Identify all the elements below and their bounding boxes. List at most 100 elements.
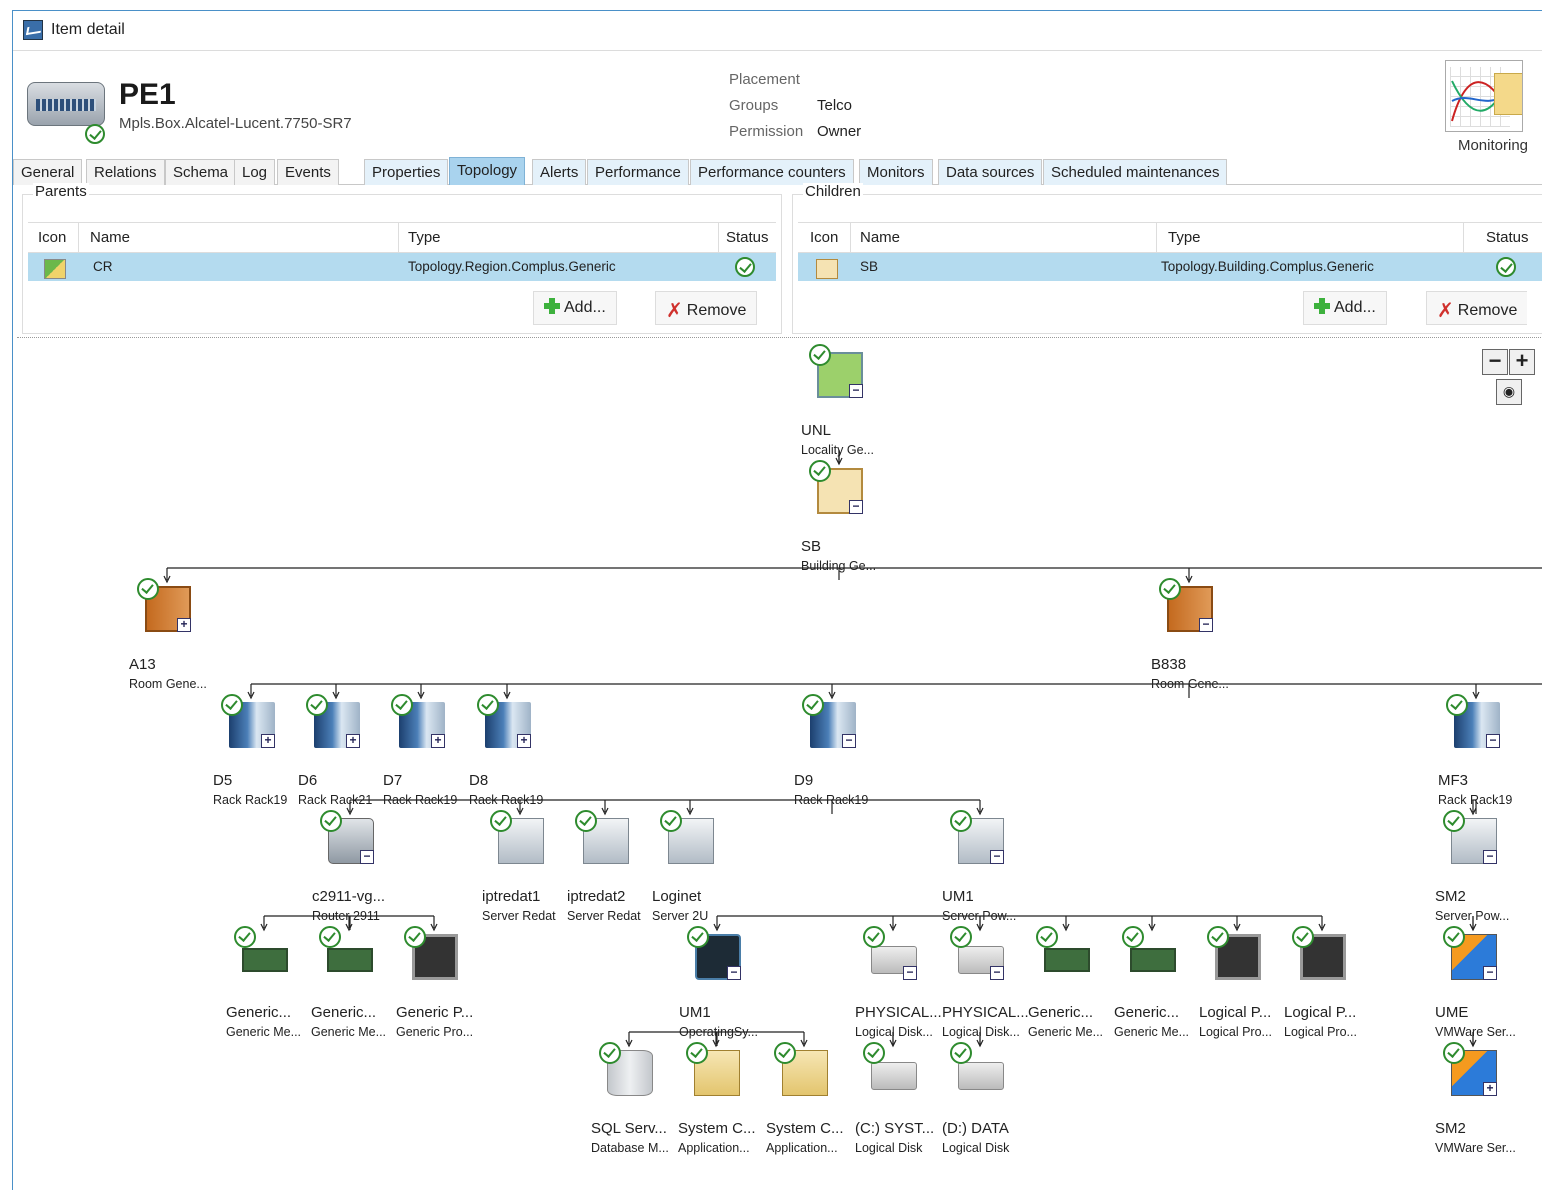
col-name[interactable]: Name [90, 229, 130, 246]
tab-relations[interactable]: Relations [86, 159, 165, 185]
expand-icon[interactable]: + [177, 618, 191, 632]
children-grid-header: Icon Name Type Status [798, 223, 1542, 253]
status-ok-icon [1036, 926, 1058, 948]
children-remove-button[interactable]: ✗ Remove [1426, 291, 1528, 325]
node-name: Loginet [652, 888, 702, 905]
tab-scheduled-maintenances[interactable]: Scheduled maintenances [1043, 159, 1228, 185]
node-type: OperatingSy... [679, 1025, 758, 1039]
node-name: Logical P... [1284, 1004, 1357, 1021]
node-name: UNL [801, 422, 832, 439]
parent-name: CR [93, 259, 113, 274]
node-type: Rack Rack19 [469, 793, 544, 807]
status-ok-icon [1446, 694, 1468, 716]
collapse-icon[interactable]: − [990, 850, 1004, 864]
node-name: D6 [298, 772, 318, 789]
node-type: Generic Me... [1114, 1025, 1190, 1039]
expand-icon[interactable]: + [431, 734, 445, 748]
tab-monitors[interactable]: Monitors [859, 159, 933, 185]
collapse-icon[interactable]: − [1483, 850, 1497, 864]
node-name: PHYSICAL... [942, 1004, 1029, 1021]
collapse-icon[interactable]: − [1483, 966, 1497, 980]
col-status[interactable]: Status [726, 229, 769, 246]
collapse-icon[interactable]: − [842, 734, 856, 748]
node-type: Rack Rack19 [794, 793, 869, 807]
collapse-icon[interactable]: − [849, 384, 863, 398]
collapse-icon[interactable]: − [727, 966, 741, 980]
node-name: iptredat1 [482, 888, 541, 905]
node-type: Server Pow... [942, 909, 1017, 923]
status-ok-icon [1443, 810, 1465, 832]
memory-icon [242, 948, 288, 972]
expand-icon[interactable]: + [346, 734, 360, 748]
status-ok-icon [599, 1042, 621, 1064]
tab-performance-counters[interactable]: Performance counters [690, 159, 854, 185]
status-ok-icon [234, 926, 256, 948]
node-name: iptredat2 [567, 888, 626, 905]
add-label: Add... [564, 299, 606, 316]
tab-bar: General Relations Schema Log Events Prop… [13, 157, 1542, 185]
status-ok-icon [391, 694, 413, 716]
zoom-in-button[interactable]: + [1509, 349, 1535, 375]
col-type[interactable]: Type [1168, 229, 1201, 246]
collapse-icon[interactable]: − [1199, 618, 1213, 632]
node-type: Rack Rack19 [213, 793, 288, 807]
memory-icon [327, 948, 373, 972]
status-ok-icon [802, 694, 824, 716]
tab-performance[interactable]: Performance [587, 159, 689, 185]
expand-icon[interactable]: + [1483, 1082, 1497, 1096]
node-type: Generic Me... [311, 1025, 387, 1039]
add-label: Add... [1334, 299, 1376, 316]
col-status[interactable]: Status [1486, 229, 1529, 246]
item-type: Mpls.Box.Alcatel-Lucent.7750-SR7 [119, 115, 352, 132]
window-title: Item detail [51, 21, 125, 38]
node-type: Router 2911 [312, 909, 380, 923]
status-ok-icon [774, 1042, 796, 1064]
expand-icon[interactable]: + [517, 734, 531, 748]
tab-topology[interactable]: Topology [449, 157, 526, 185]
tab-events[interactable]: Events [277, 159, 339, 185]
parents-add-button[interactable]: Add... [533, 291, 617, 325]
tab-alerts[interactable]: Alerts [532, 159, 587, 185]
expand-icon[interactable]: + [261, 734, 275, 748]
node-type: Generic Me... [226, 1025, 302, 1039]
children-add-button[interactable]: Add... [1303, 291, 1387, 325]
status-ok-icon [863, 926, 885, 948]
tab-properties[interactable]: Properties [364, 159, 449, 185]
tab-schema[interactable]: Schema [165, 159, 237, 185]
collapse-icon[interactable]: − [360, 850, 374, 864]
status-ok-icon [575, 810, 597, 832]
add-icon [544, 298, 560, 314]
node-type: VMWare Ser... [1435, 1025, 1516, 1039]
memory-icon [1130, 948, 1176, 972]
disk-icon [958, 1062, 1004, 1090]
globe-button[interactable]: ◉ [1496, 379, 1522, 405]
node-name: PHYSICAL... [855, 1004, 942, 1021]
tab-general[interactable]: General [13, 159, 83, 185]
collapse-icon[interactable]: − [990, 966, 1004, 980]
table-row[interactable]: SB Topology.Building.Complus.Generic [798, 253, 1542, 281]
tab-data-sources[interactable]: Data sources [938, 159, 1043, 185]
add-icon [1314, 298, 1330, 314]
node-name: MF3 [1438, 772, 1468, 789]
node-name: SQL Serv... [591, 1120, 667, 1137]
node-name: D9 [794, 772, 814, 789]
col-icon[interactable]: Icon [810, 229, 838, 246]
collapse-icon[interactable]: − [849, 500, 863, 514]
table-row[interactable]: CR Topology.Region.Complus.Generic [28, 253, 776, 281]
status-ok-icon [477, 694, 499, 716]
node-name: B838 [1151, 656, 1187, 673]
node-name: UM1 [679, 1004, 711, 1021]
col-type[interactable]: Type [408, 229, 441, 246]
col-icon[interactable]: Icon [38, 229, 66, 246]
node-type: Application... [678, 1141, 750, 1155]
node-name: Generic... [311, 1004, 377, 1021]
col-name[interactable]: Name [860, 229, 900, 246]
monitoring-button[interactable]: Monitoring [1443, 60, 1542, 160]
zoom-out-button[interactable]: − [1482, 349, 1508, 375]
collapse-icon[interactable]: − [903, 966, 917, 980]
tab-log[interactable]: Log [234, 159, 276, 185]
node-type: Server Redat [482, 909, 556, 923]
collapse-icon[interactable]: − [1486, 734, 1500, 748]
parents-remove-button[interactable]: ✗ Remove [655, 291, 758, 325]
topology-canvas[interactable]: − + ◉ − UNL Locality Ge... − SB Building Ge..… [17, 337, 1542, 1190]
